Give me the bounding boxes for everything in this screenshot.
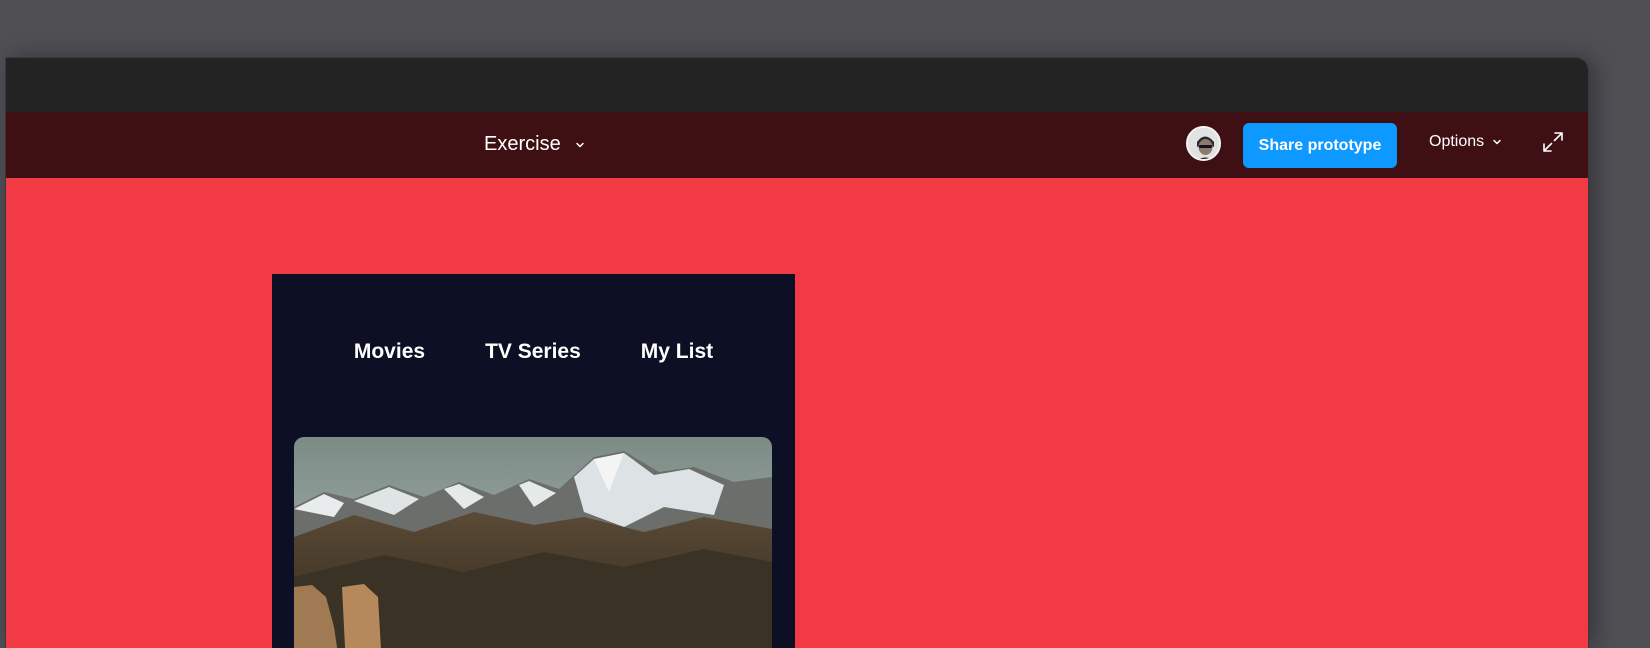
prototype-toolbar: Exercise Share prototype Options: [6, 112, 1588, 178]
prototype-title: Exercise: [484, 133, 561, 155]
mountain-landscape-image: [294, 437, 772, 648]
options-label: Options: [1429, 133, 1485, 150]
options-dropdown[interactable]: Options: [1429, 133, 1502, 151]
avatar-icon: [1188, 128, 1219, 159]
prototype-window: Exercise Share prototype Options Movies …: [6, 58, 1588, 648]
nav-tv-series[interactable]: TV Series: [485, 340, 581, 364]
nav-my-list[interactable]: My List: [641, 340, 713, 364]
expand-icon[interactable]: [1541, 130, 1565, 154]
chevron-down-icon: [1493, 139, 1501, 145]
app-nav: Movies TV Series My List: [272, 340, 795, 364]
hero-card[interactable]: [294, 437, 772, 648]
window-titlebar: [6, 58, 1588, 112]
nav-movies[interactable]: Movies: [354, 340, 425, 364]
app-frame: Movies TV Series My List: [272, 274, 795, 648]
chevron-down-icon: [575, 142, 584, 147]
share-prototype-button[interactable]: Share prototype: [1243, 123, 1397, 168]
user-avatar[interactable]: [1186, 126, 1221, 161]
prototype-title-dropdown[interactable]: Exercise: [484, 133, 585, 156]
